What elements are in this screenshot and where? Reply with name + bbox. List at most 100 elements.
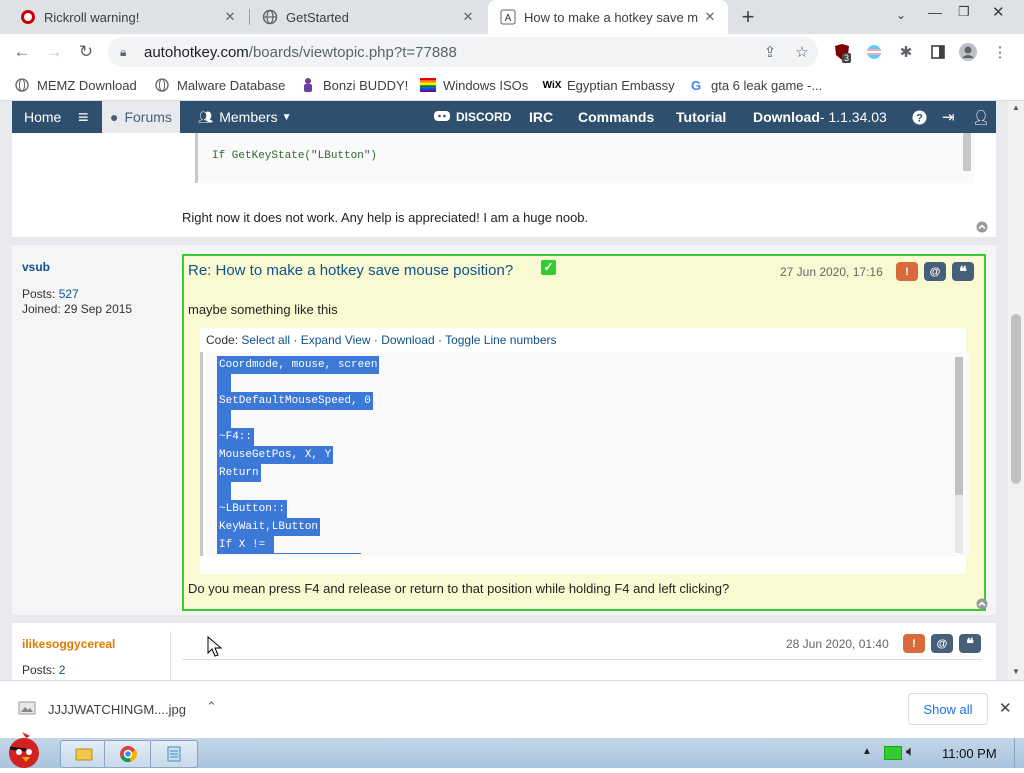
- nav-commands[interactable]: Commands: [578, 101, 654, 133]
- nav-tutorial[interactable]: Tutorial: [676, 101, 726, 133]
- back-to-top-icon[interactable]: [976, 597, 988, 610]
- back-to-top-icon[interactable]: [976, 220, 988, 233]
- toggle-line-numbers-link[interactable]: Toggle Line numbers: [445, 333, 556, 347]
- hamburger-menu-icon[interactable]: ≡: [78, 101, 89, 133]
- show-desktop-button[interactable]: [1014, 738, 1024, 768]
- minimize-icon[interactable]: —: [928, 4, 942, 20]
- angry-bird-start-icon[interactable]: [0, 730, 48, 768]
- nav-discord[interactable]: DISCORD: [434, 101, 511, 133]
- profile-avatar-icon[interactable]: [958, 42, 978, 62]
- menu-kebab-icon[interactable]: ⋮: [990, 42, 1010, 62]
- close-icon[interactable]: ✕: [700, 9, 720, 25]
- close-download-bar-icon[interactable]: ✕: [999, 699, 1012, 717]
- posts-count-link[interactable]: 2: [59, 663, 66, 677]
- chevron-up-icon[interactable]: ⌃: [206, 699, 217, 715]
- code-line: Coordmode, mouse, screen: [217, 356, 380, 374]
- taskbar-clock[interactable]: 11:00 PM: [942, 746, 997, 761]
- code-block: If GetKeyState("LButton"): [195, 133, 974, 183]
- code-scrollbar[interactable]: [955, 357, 963, 553]
- bookmark-malware-database[interactable]: Malware Database: [154, 76, 285, 94]
- bookmark-star-icon[interactable]: ☆: [792, 42, 812, 62]
- new-tab-button[interactable]: +: [736, 5, 760, 29]
- download-link[interactable]: Download: [381, 333, 434, 347]
- globe-icon: [14, 77, 30, 93]
- page-content: Home ≡ ● Forums 👥︎ Members ▼ DISCORD IRC Co…: [0, 101, 1008, 680]
- posts-count-link[interactable]: 527: [59, 287, 79, 301]
- speaker-icon[interactable]: 🔈︎: [906, 743, 915, 760]
- extension-badge: 3: [842, 53, 852, 63]
- mention-button[interactable]: @: [931, 634, 953, 653]
- tab-search-chevron-icon[interactable]: ⌄: [896, 8, 906, 22]
- code-line: MouseGetPos, X, Y: [217, 446, 334, 464]
- mention-button[interactable]: @: [924, 262, 946, 281]
- quote-button[interactable]: ❝: [952, 262, 974, 281]
- page-scrollbar[interactable]: ▲ ▼: [1008, 101, 1024, 680]
- file-explorer-taskbar-icon[interactable]: [60, 740, 108, 768]
- nav-home[interactable]: Home: [24, 101, 61, 133]
- bookmark-gta6[interactable]: Ggta 6 leak game -...: [688, 76, 822, 94]
- select-all-link[interactable]: Select all: [241, 333, 290, 347]
- scroll-up-icon[interactable]: ▲: [1012, 103, 1020, 112]
- address-bar[interactable]: 🔒︎ autohotkey.com/boards/viewtopic.php?t…: [108, 37, 818, 67]
- chevron-down-icon: ▼: [281, 111, 292, 123]
- notepad-taskbar-icon[interactable]: [150, 740, 198, 768]
- code-line: KeyWait,LButton: [217, 518, 321, 536]
- svg-text:A: A: [505, 13, 512, 24]
- tray-expand-icon[interactable]: ▲: [862, 746, 872, 757]
- reload-icon[interactable]: ↻: [74, 40, 98, 64]
- code-line: [217, 374, 231, 392]
- chrome-taskbar-icon[interactable]: [104, 740, 152, 768]
- url-path: /boards/viewtopic.php?t=77888: [248, 43, 457, 61]
- bookmark-bonzi-buddy[interactable]: Bonzi BUDDY!: [300, 76, 408, 94]
- close-icon[interactable]: ✕: [458, 9, 478, 25]
- bookmark-egyptian-embassy[interactable]: WiX Egyptian Embassy: [542, 76, 675, 94]
- forward-icon[interactable]: →: [42, 40, 66, 64]
- register-user-icon[interactable]: 👤︎: [972, 101, 990, 133]
- back-icon[interactable]: ←: [10, 40, 34, 64]
- post-author[interactable]: vsub: [22, 260, 50, 274]
- extensions-puzzle-icon[interactable]: ✱: [896, 42, 916, 62]
- author-joined: Joined: 29 Sep 2015: [22, 302, 133, 316]
- report-button[interactable]: !: [896, 262, 918, 281]
- side-panel-icon[interactable]: [928, 42, 948, 62]
- post-reply-text: Do you mean press F4 and release or retu…: [188, 581, 730, 596]
- bookmark-windows-isos[interactable]: Windows ISOs: [420, 76, 528, 94]
- window-close-icon[interactable]: ✕: [992, 3, 1005, 21]
- share-icon[interactable]: ⇪: [760, 42, 780, 62]
- battery-icon[interactable]: [884, 746, 902, 760]
- download-filename[interactable]: JJJJWATCHINGM....jpg: [48, 702, 186, 717]
- post-title[interactable]: Re: How to make a hotkey save mouse posi…: [188, 262, 513, 279]
- code-line: ~F4::: [217, 428, 255, 446]
- download-bar: JJJJWATCHINGM....jpg ⌃ Show all ✕: [0, 680, 1024, 739]
- autohotkey-icon: A: [500, 9, 516, 25]
- login-icon[interactable]: ⇥: [942, 101, 955, 133]
- expand-view-link[interactable]: Expand View: [301, 333, 371, 347]
- tab-title: How to make a hotkey save m: [524, 9, 699, 25]
- accepted-answer-check-icon: ✓: [541, 260, 556, 275]
- code-scrollbar-thumb[interactable]: [955, 357, 963, 495]
- tab-rickroll[interactable]: Rickroll warning! ✕: [8, 0, 248, 34]
- report-button[interactable]: !: [903, 634, 925, 653]
- restore-icon[interactable]: ❐: [958, 4, 970, 20]
- scroll-down-icon[interactable]: ▼: [1012, 667, 1020, 676]
- show-all-button[interactable]: Show all: [908, 693, 988, 725]
- tab-getstarted[interactable]: GetStarted ✕: [250, 0, 486, 34]
- tab-hotkey[interactable]: A How to make a hotkey save m ✕: [488, 0, 728, 34]
- nav-forums[interactable]: ● Forums: [102, 101, 180, 133]
- quote-button[interactable]: ❝: [959, 634, 981, 653]
- close-icon[interactable]: ✕: [220, 9, 240, 25]
- post-author[interactable]: ilikesoggycereal: [22, 637, 115, 651]
- wix-icon: WiX: [542, 79, 562, 91]
- globe-icon: [262, 9, 278, 25]
- nav-irc[interactable]: IRC: [529, 101, 553, 133]
- bookmark-memz[interactable]: MEMZ Download: [14, 76, 137, 94]
- page-scrollbar-thumb[interactable]: [1011, 314, 1021, 484]
- ublock-icon[interactable]: 3: [832, 42, 852, 63]
- mouse-cursor-icon: [207, 635, 223, 663]
- code-body[interactable]: Coordmode, mouse, screen SetDefaultMouse…: [200, 352, 969, 556]
- pride-extension-icon[interactable]: [864, 42, 884, 62]
- help-icon[interactable]: ?: [912, 101, 927, 133]
- nav-members[interactable]: 👥︎ Members ▼: [198, 101, 292, 133]
- code-scrollbar[interactable]: [963, 133, 971, 171]
- nav-download[interactable]: Download - 1.1.34.03: [753, 101, 887, 133]
